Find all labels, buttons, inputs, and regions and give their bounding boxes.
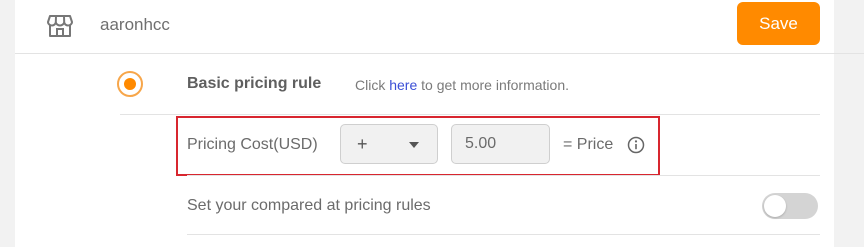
more-info-link[interactable]: here bbox=[389, 77, 417, 93]
compare-rules-label: Set your compared at pricing rules bbox=[187, 197, 431, 214]
equals-price-label: = Price bbox=[563, 136, 614, 153]
header-divider bbox=[15, 53, 864, 54]
rule-divider bbox=[120, 114, 820, 115]
info-icon[interactable] bbox=[627, 136, 645, 154]
save-button[interactable]: Save bbox=[737, 2, 820, 45]
basic-rule-title: Basic pricing rule bbox=[187, 75, 322, 92]
store-name: aaronhcc bbox=[100, 15, 170, 34]
pricing-cost-label: Pricing Cost(USD) bbox=[187, 136, 318, 153]
operator-select[interactable]: + bbox=[340, 124, 438, 164]
operator-value: + bbox=[357, 134, 368, 154]
bottom-divider bbox=[187, 234, 820, 235]
info-prefix: Click bbox=[355, 77, 386, 93]
compare-rules-toggle[interactable] bbox=[762, 193, 818, 219]
store-icon bbox=[47, 15, 73, 37]
info-suffix: to get more information. bbox=[421, 77, 570, 93]
formula-divider bbox=[187, 175, 820, 176]
toggle-knob bbox=[764, 195, 786, 217]
basic-rule-info: Click here to get more information. bbox=[355, 77, 569, 93]
radio-selected-dot bbox=[124, 78, 136, 90]
caret-down-icon bbox=[409, 142, 419, 148]
pricing-value-input[interactable] bbox=[451, 124, 550, 164]
basic-rule-radio[interactable] bbox=[117, 71, 143, 97]
